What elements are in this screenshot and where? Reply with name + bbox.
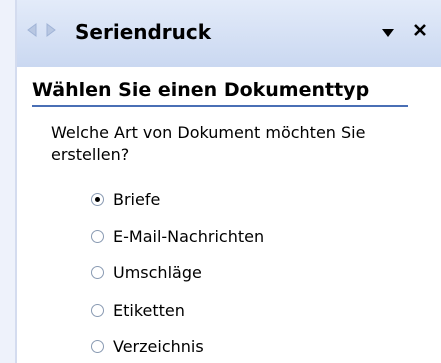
arrow-right-icon [46, 22, 58, 42]
task-pane-content: Wählen Sie einen Dokumenttyp Welche Art … [17, 67, 441, 363]
option-etiketten[interactable]: Etiketten [91, 298, 185, 322]
section-heading: Wählen Sie einen Dokumenttyp [32, 79, 370, 101]
radio-button[interactable] [91, 192, 104, 206]
radio-button[interactable] [91, 303, 104, 317]
task-pane-titlebar: Seriendruck [17, 0, 441, 67]
option-email[interactable]: E-Mail-Nachrichten [91, 224, 264, 248]
option-label: E-Mail-Nachrichten [113, 226, 265, 246]
option-label: Briefe [113, 189, 161, 209]
radio-button[interactable] [91, 229, 104, 243]
radio-button[interactable] [91, 265, 104, 279]
option-label: Etiketten [113, 300, 185, 320]
back-button[interactable] [23, 23, 39, 41]
radio-selected-dot [95, 196, 100, 202]
arrow-left-icon [25, 22, 37, 42]
option-briefe[interactable]: Briefe [91, 187, 160, 211]
triangle-down-icon [381, 23, 395, 42]
pane-menu-button[interactable] [378, 20, 398, 44]
option-umschlaege[interactable]: Umschläge [91, 260, 202, 284]
option-verzeichnis[interactable]: Verzeichnis [91, 334, 204, 358]
document-type-question: Welche Art von Dokument möchten Sie erst… [51, 123, 366, 164]
option-label: Verzeichnis [113, 336, 204, 356]
radio-button[interactable] [91, 339, 104, 353]
close-button[interactable] [409, 19, 431, 43]
pane-left-strip [0, 0, 15, 363]
option-label: Umschläge [113, 262, 202, 282]
close-icon [413, 22, 427, 41]
forward-button[interactable] [44, 23, 60, 41]
pane-title: Seriendruck [75, 20, 212, 44]
section-divider [32, 105, 408, 107]
